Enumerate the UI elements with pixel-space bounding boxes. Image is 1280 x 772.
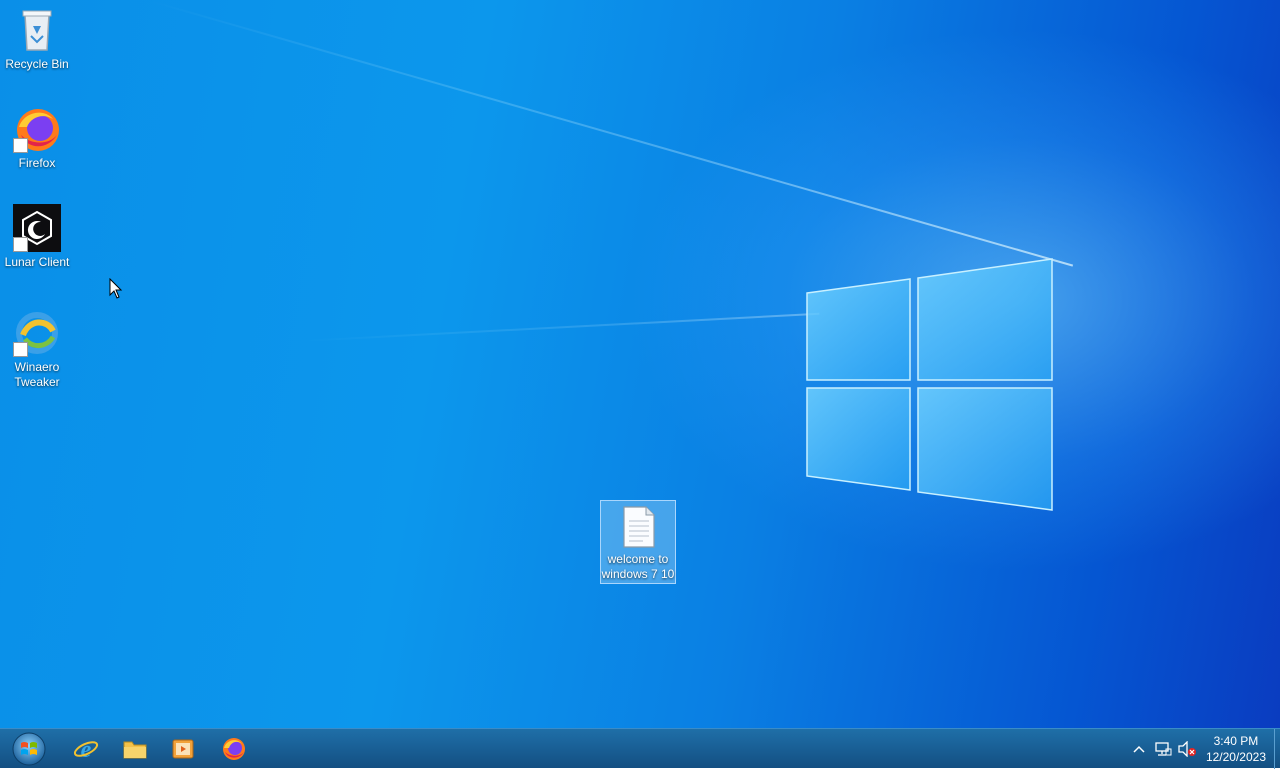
firefox-label: Firefox xyxy=(18,156,56,170)
windows-orb-icon xyxy=(12,732,46,766)
windows-logo-wallpaper xyxy=(806,258,1053,511)
desktop[interactable]: Recycle Bin Firefox Lunar Client Winaero… xyxy=(0,0,1280,728)
volume-muted-icon xyxy=(1178,741,1196,757)
network-icon xyxy=(1155,742,1172,756)
taskbar-firefox[interactable] xyxy=(218,733,250,765)
network-button[interactable] xyxy=(1152,738,1174,760)
text-file-welcome[interactable]: welcome to windows 7 10 xyxy=(600,500,676,584)
media-player-icon xyxy=(172,739,194,759)
svg-text:e: e xyxy=(81,737,92,762)
shortcut-arrow-icon xyxy=(13,237,28,252)
clock-time: 3:40 PM xyxy=(1213,734,1259,748)
recycle-bin-shortcut[interactable]: Recycle Bin xyxy=(0,6,74,72)
taskbar-internet-explorer[interactable]: e xyxy=(70,733,102,765)
firefox-shortcut[interactable]: Firefox xyxy=(0,105,74,171)
show-hidden-icons-button[interactable] xyxy=(1128,738,1150,760)
volume-button[interactable] xyxy=(1176,738,1198,760)
clock[interactable]: 3:40 PM 12/20/2023 xyxy=(1200,733,1274,765)
firefox-icon xyxy=(223,738,245,760)
winaero-tweaker-shortcut[interactable]: Winaero Tweaker xyxy=(0,309,74,390)
show-desktop-button[interactable] xyxy=(1274,729,1280,769)
taskbar: e 3:40 PM 12/20/2023 xyxy=(0,728,1280,769)
recycle-bin-icon xyxy=(13,6,61,54)
shortcut-arrow-icon xyxy=(13,138,28,153)
lunar-client-label: Lunar Client xyxy=(4,255,70,269)
lunar-client-shortcut[interactable]: Lunar Client xyxy=(0,204,74,270)
mouse-cursor-icon xyxy=(109,278,123,299)
taskbar-file-explorer[interactable] xyxy=(119,733,151,765)
taskbar-media-player[interactable] xyxy=(167,733,199,765)
text-document-icon xyxy=(618,505,658,549)
light-ray xyxy=(299,312,820,342)
file-explorer-icon xyxy=(123,741,147,759)
shortcut-arrow-icon xyxy=(13,342,28,357)
chevron-up-icon xyxy=(1133,745,1145,753)
winaero-tweaker-label: Winaero Tweaker xyxy=(14,360,60,389)
winaero-tweaker-icon xyxy=(13,309,61,357)
firefox-icon xyxy=(13,105,61,153)
light-ray xyxy=(149,0,1074,267)
text-file-label: welcome to windows 7 10 xyxy=(601,552,675,581)
system-tray: 3:40 PM 12/20/2023 xyxy=(1128,729,1280,769)
clock-date: 12/20/2023 xyxy=(1205,750,1266,764)
lunar-client-icon xyxy=(13,204,61,252)
start-button[interactable] xyxy=(10,731,48,767)
internet-explorer-icon: e xyxy=(73,737,99,762)
recycle-bin-label: Recycle Bin xyxy=(5,57,69,71)
